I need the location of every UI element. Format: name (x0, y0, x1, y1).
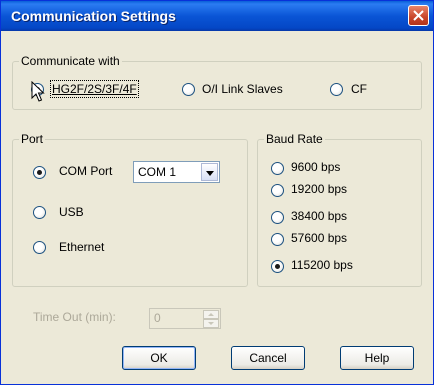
label-usb[interactable]: USB (59, 205, 84, 219)
help-button[interactable]: Help (340, 346, 414, 370)
label-cf[interactable]: CF (351, 82, 367, 96)
com-port-value: COM 1 (138, 165, 177, 179)
radio-com-port[interactable] (33, 166, 46, 179)
dialog-title: Communication Settings (11, 8, 176, 24)
timeout-spinner[interactable]: 0 (149, 308, 221, 329)
radio-baud-9600[interactable] (271, 162, 284, 175)
label-baud-38400[interactable]: 38400 bps (291, 209, 347, 223)
radio-cf[interactable] (330, 83, 343, 96)
title-bar[interactable]: Communication Settings (1, 1, 433, 31)
cancel-button[interactable]: Cancel (231, 346, 305, 370)
port-legend: Port (21, 132, 44, 146)
spin-down-icon[interactable] (203, 319, 219, 328)
label-oi-link-slaves[interactable]: O/I Link Slaves (202, 82, 283, 96)
close-button[interactable] (408, 5, 429, 26)
label-hg2f[interactable]: HG2F/2S/3F/4F (50, 80, 139, 98)
radio-oi-link-slaves[interactable] (182, 83, 195, 96)
com-port-select[interactable]: COM 1 (133, 161, 220, 183)
label-baud-115200[interactable]: 115200 bps (291, 258, 353, 272)
radio-baud-57600[interactable] (271, 233, 284, 246)
communication-settings-dialog: Communication Settings Communicate with … (0, 0, 434, 385)
timeout-value: 0 (154, 311, 161, 325)
radio-baud-38400[interactable] (271, 211, 284, 224)
radio-ethernet[interactable] (33, 241, 46, 254)
port-group: Port (12, 132, 248, 287)
radio-baud-19200[interactable] (271, 184, 284, 197)
ok-button[interactable]: OK (122, 346, 196, 370)
baud-rate-legend: Baud Rate (266, 132, 323, 146)
label-ethernet[interactable]: Ethernet (59, 240, 104, 254)
close-icon (413, 10, 424, 21)
label-baud-19200[interactable]: 19200 bps (291, 182, 347, 196)
mouse-cursor-icon (31, 81, 45, 102)
communicate-with-legend: Communicate with (21, 54, 120, 68)
timeout-label: Time Out (min): (33, 310, 116, 324)
radio-usb[interactable] (33, 206, 46, 219)
label-baud-57600[interactable]: 57600 bps (291, 231, 347, 245)
spin-up-icon[interactable] (203, 310, 219, 319)
chevron-down-icon[interactable] (201, 163, 218, 181)
label-com-port[interactable]: COM Port (59, 164, 112, 178)
label-baud-9600[interactable]: 9600 bps (291, 160, 340, 174)
radio-baud-115200[interactable] (271, 260, 284, 273)
